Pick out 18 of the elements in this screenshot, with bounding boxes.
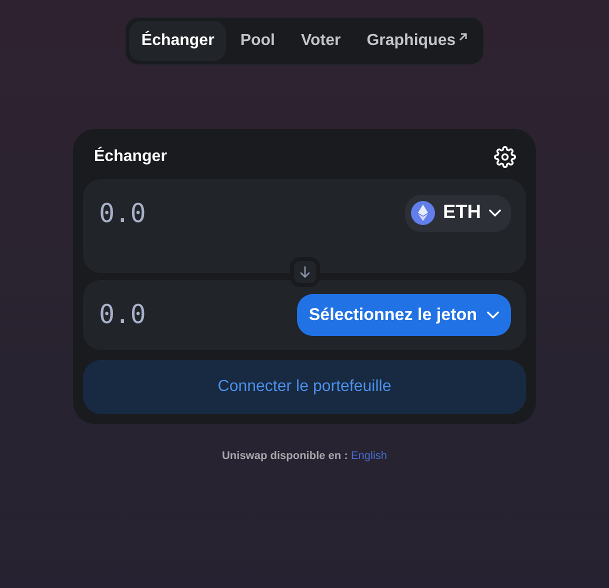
- nav-tab[interactable]: Pool: [228, 21, 287, 61]
- external-link-icon: [458, 32, 468, 42]
- settings-icon[interactable]: [494, 146, 516, 168]
- amount-input[interactable]: 0.0: [99, 195, 249, 234]
- nav-tab[interactable]: Graphiques: [354, 21, 480, 61]
- ether-icon: [411, 201, 435, 226]
- footer-text: Uniswap disponible en :: [222, 450, 348, 462]
- card-title: Échanger: [94, 146, 167, 167]
- chevron-down-icon: [489, 209, 501, 218]
- amount-input[interactable]: 0.0: [99, 296, 249, 334]
- swap-direction-button[interactable]: [290, 257, 320, 287]
- nav-tab[interactable]: Voter: [288, 21, 353, 61]
- connect-wallet-button[interactable]: Connecter le portefeuille: [83, 360, 526, 414]
- nav-tab[interactable]: Échanger: [129, 21, 226, 61]
- chevron-down-icon: [487, 311, 499, 319]
- select-token-button[interactable]: Sélectionnez le jeton: [296, 294, 511, 336]
- arrow-down-icon: [298, 266, 310, 278]
- token-selector[interactable]: ETH: [405, 195, 511, 232]
